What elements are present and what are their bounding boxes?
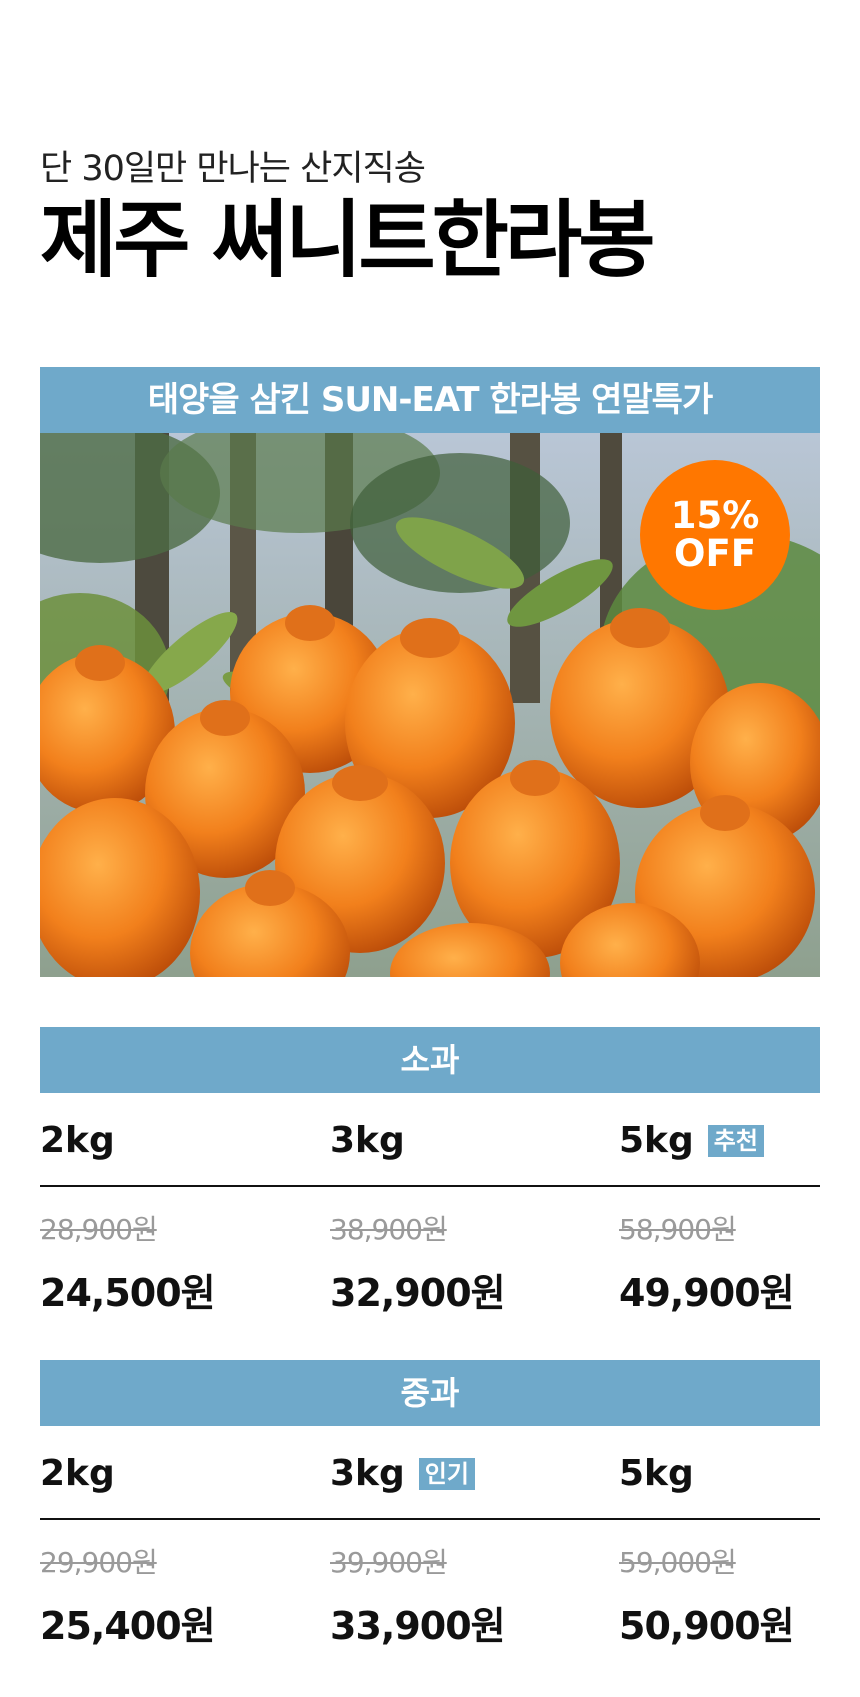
original-price: 38,900원 — [330, 1213, 448, 1246]
original-price: 28,900원 — [40, 1213, 158, 1246]
section-header-medium: 중과 — [40, 1360, 820, 1426]
product-title: 제주 써니트한라봉 — [40, 191, 655, 289]
weight-label: 5kg — [619, 1453, 694, 1494]
promo-subtitle: 단 30일만 만나는 산지직송 — [40, 149, 426, 189]
original-price: 58,900원 — [619, 1213, 737, 1246]
discount-off-label: OFF — [673, 532, 756, 575]
weight-label: 2kg — [40, 1120, 115, 1161]
recommended-tag: 추천 — [707, 1124, 764, 1157]
original-price: 29,900원 — [40, 1546, 158, 1579]
discount-percent: 15% — [670, 494, 760, 537]
discount-badge: 15% OFF — [640, 460, 790, 610]
option-small-2kg[interactable]: 2kg — [40, 1120, 115, 1161]
original-price: 39,900원 — [330, 1546, 448, 1579]
option-medium-5kg[interactable]: 5kg — [619, 1453, 694, 1494]
weight-label: 3kg — [330, 1120, 405, 1161]
divider — [40, 1185, 820, 1187]
divider — [40, 1518, 820, 1520]
weight-label: 2kg — [40, 1453, 115, 1494]
popular-tag: 인기 — [418, 1457, 475, 1490]
weight-label: 5kg — [619, 1120, 694, 1161]
sale-price: 24,500원 — [40, 1271, 216, 1315]
option-medium-3kg[interactable]: 3kg 인기 — [330, 1453, 475, 1494]
sale-price: 33,900원 — [330, 1604, 506, 1648]
original-price: 59,000원 — [619, 1546, 737, 1579]
weight-label: 3kg — [330, 1453, 405, 1494]
sale-price: 32,900원 — [330, 1271, 506, 1315]
sale-price: 50,900원 — [619, 1604, 795, 1648]
promo-banner: 태양을 삼킨 SUN-EAT 한라봉 연말특가 — [40, 367, 820, 433]
sale-price: 25,400원 — [40, 1604, 216, 1648]
option-small-3kg[interactable]: 3kg — [330, 1120, 405, 1161]
sale-price: 49,900원 — [619, 1271, 795, 1315]
section-header-small: 소과 — [40, 1027, 820, 1093]
option-medium-2kg[interactable]: 2kg — [40, 1453, 115, 1494]
option-small-5kg[interactable]: 5kg 추천 — [619, 1120, 764, 1161]
